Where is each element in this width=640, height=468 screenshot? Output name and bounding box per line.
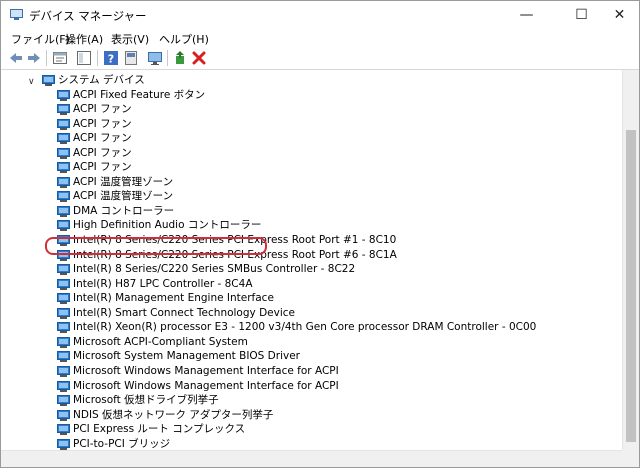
menu-help[interactable]: ヘルプ(H) (159, 31, 209, 47)
uninstall-x-icon[interactable] (191, 50, 207, 66)
device-icon (57, 395, 70, 407)
device-icon (57, 322, 70, 334)
device-item-label: Intel(R) Management Engine Interface (73, 292, 274, 305)
device-icon (57, 424, 70, 436)
device-item-label: Microsoft Windows Management Interface f… (73, 379, 339, 392)
device-icon (57, 380, 70, 392)
device-item-label: ACPI ファン (73, 132, 132, 145)
device-item-label: Microsoft 仮想ドライブ列挙子 (73, 394, 219, 407)
device-item-label: ACPI 温度管理ゾーン (73, 190, 174, 203)
device-icon (57, 293, 70, 305)
menu-bar: ファイル(F) 操作(A) 表示(V) ヘルプ(H) (1, 29, 639, 47)
minimize-button[interactable]: — (504, 1, 549, 29)
device-icon (57, 89, 70, 101)
device-item-label: Microsoft System Management BIOS Driver (73, 350, 300, 363)
window-title: デバイス マネージャー (29, 9, 147, 23)
toolbar-separator (97, 50, 98, 66)
monitor-icon[interactable] (147, 50, 163, 66)
tree-category-label: システム デバイス (58, 74, 145, 86)
device-item-label: ACPI ファン (73, 103, 132, 116)
device-manager-window: デバイス マネージャー — ☐ ✕ ファイル(F) 操作(A) 表示(V) ヘル… (0, 0, 640, 468)
device-icon (57, 351, 70, 363)
toolbar: ? (1, 47, 639, 70)
device-icon (57, 278, 70, 290)
menu-view[interactable]: 表示(V) (111, 31, 149, 47)
menu-action[interactable]: 操作(A) (65, 31, 103, 47)
device-icon (57, 104, 70, 116)
device-item-label: Microsoft ACPI-Compliant System (73, 335, 248, 348)
device-icon (57, 176, 70, 188)
device-item-label: Intel(R) Smart Connect Technology Device (73, 306, 295, 319)
device-item-label: ACPI ファン (73, 161, 132, 174)
device-manager-app-icon (10, 9, 23, 20)
system-devices-folder-icon (42, 75, 55, 86)
device-icon (57, 336, 70, 348)
highlight-annotation (45, 237, 267, 255)
device-icon (57, 205, 70, 217)
vertical-scrollbar[interactable] (622, 70, 639, 450)
device-item-label: Intel(R) H87 LPC Controller - 8C4A (73, 277, 253, 290)
svg-text:?: ? (108, 53, 114, 66)
properties-icon[interactable] (52, 50, 68, 66)
device-icon (57, 118, 70, 130)
back-arrow-icon[interactable] (8, 50, 24, 66)
vertical-scrollbar-thumb[interactable] (626, 130, 636, 442)
device-icon (57, 162, 70, 174)
device-icon (57, 147, 70, 159)
device-item-label: ACPI ファン (73, 146, 132, 159)
help-icon[interactable]: ? (103, 50, 119, 66)
device-icon (57, 220, 70, 232)
device-item-label: DMA コントローラー (73, 204, 175, 217)
toolbar-separator (46, 50, 47, 66)
device-item-label: Intel(R) Xeon(R) processor E3 - 1200 v3/… (73, 321, 537, 334)
device-icon (57, 409, 70, 421)
help-book-icon[interactable] (123, 50, 139, 66)
title-bar[interactable]: デバイス マネージャー — ☐ ✕ (1, 1, 639, 29)
device-tree[interactable]: ∨ システム デバイス ACPI Fixed Feature ボタン ACPI フ… (1, 70, 622, 450)
device-item-label: Microsoft Windows Management Interface f… (73, 364, 339, 377)
horizontal-scrollbar[interactable] (1, 450, 622, 467)
device-item-label: NDIS 仮想ネットワーク アダプター列挙子 (73, 408, 274, 421)
device-item-label: High Definition Audio コントローラー (73, 219, 262, 232)
device-item-label: ACPI Fixed Feature ボタン (73, 88, 206, 101)
device-icon (57, 365, 70, 377)
device-item-label: PCI Express ルート コンプレックス (73, 423, 246, 436)
forward-arrow-icon[interactable] (26, 50, 42, 66)
device-icon (57, 191, 70, 203)
add-driver-icon[interactable] (173, 50, 189, 66)
chevron-down-icon[interactable]: ∨ (28, 77, 38, 87)
device-icon (57, 307, 70, 319)
device-item-label: PCI-to-PCI ブリッジ (73, 437, 171, 450)
toolbar-separator (167, 50, 168, 66)
device-icon (57, 264, 70, 276)
device-item-label: ACPI 温度管理ゾーン (73, 175, 174, 188)
scrollbar-corner (622, 450, 639, 467)
device-icon (57, 438, 70, 450)
device-icon (57, 133, 70, 145)
close-button[interactable]: ✕ (597, 1, 639, 29)
device-item-label: ACPI ファン (73, 117, 132, 130)
menu-file[interactable]: ファイル(F) (11, 31, 70, 47)
device-item-label: Intel(R) 8 Series/C220 Series SMBus Cont… (73, 263, 356, 276)
show-hide-console-tree-icon[interactable] (76, 50, 92, 66)
